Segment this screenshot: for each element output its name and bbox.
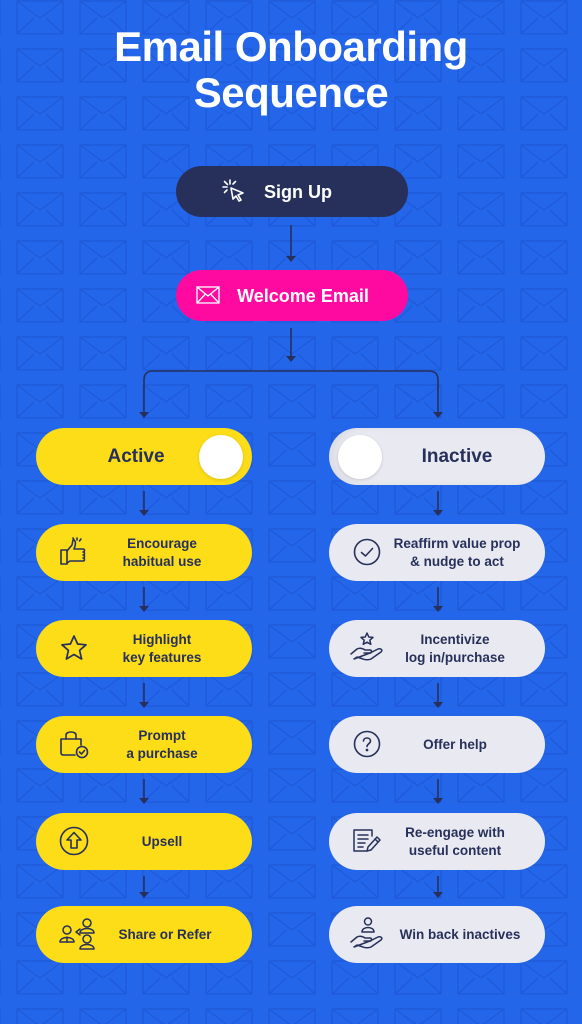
active-step-4: Upsell [36, 813, 252, 870]
inactive-step-4-label: Re-engage with useful content [389, 824, 521, 860]
active-toggle[interactable]: Active [36, 428, 252, 485]
arrow-up-circle-icon [56, 823, 92, 859]
inactive-toggle[interactable]: Inactive [329, 428, 545, 485]
label-line: Encourage [127, 535, 197, 551]
active-step-1-label: Encourage habitual use [96, 535, 228, 571]
envelope-background-pattern [0, 0, 582, 1024]
welcome-email-label: Welcome Email [237, 285, 369, 306]
active-step-1: Encourage habitual use [36, 524, 252, 581]
active-step-4-label: Upsell [141, 833, 183, 849]
label-line: key features [122, 649, 202, 665]
star-icon [56, 630, 92, 666]
active-step-2: Highlight key features [36, 620, 252, 677]
label-line: a purchase [126, 745, 198, 761]
inactive-step-2: Incentivize log in/purchase [329, 620, 545, 677]
label-line: Re-engage with [405, 824, 505, 840]
active-step-3-label: Prompt a purchase [96, 727, 228, 763]
hand-person-icon [349, 916, 385, 952]
label-line: habitual use [122, 553, 202, 569]
inactive-step-5: Win back inactives [329, 906, 545, 963]
label-line: & nudge to act [410, 553, 504, 569]
active-step-3: Prompt a purchase [36, 716, 252, 773]
page-title-line-1: Email Onboarding [114, 23, 468, 70]
inactive-step-2-label: Incentivize log in/purchase [389, 631, 521, 667]
inactive-step-4: Re-engage with useful content [329, 813, 545, 870]
thumbs-up-icon [56, 534, 92, 570]
label-line: log in/purchase [405, 649, 505, 665]
active-step-2-label: Highlight key features [96, 631, 228, 667]
inactive-step-5-label: Win back inactives [399, 926, 521, 942]
inactive-step-3-label: Offer help [423, 736, 487, 752]
label-line: Prompt [138, 727, 186, 743]
document-pencil-icon [349, 823, 385, 859]
active-step-5-label: Share or Refer [118, 926, 212, 942]
inactive-step-1-label: Reaffirm value prop & nudge to act [383, 535, 531, 571]
sign-up-label: Sign Up [264, 181, 332, 202]
question-circle-icon [349, 726, 385, 762]
label-line: Highlight [132, 631, 192, 647]
hand-star-icon [349, 630, 385, 666]
inactive-step-3: Offer help [329, 716, 545, 773]
label-line: Incentivize [420, 631, 490, 647]
label-line: Reaffirm value prop [393, 535, 521, 551]
sign-up-step: Sign Up [176, 166, 408, 217]
check-circle-icon [349, 534, 385, 570]
label-line: useful content [408, 842, 502, 858]
welcome-email-step: Welcome Email [176, 270, 408, 321]
shopping-bag-check-icon [56, 726, 92, 762]
active-step-5: Share or Refer [36, 906, 252, 963]
inactive-step-1: Reaffirm value prop & nudge to act [329, 524, 545, 581]
share-refer-people-icon [58, 916, 98, 952]
inactive-label: Inactive [421, 445, 493, 467]
page-title-line-2: Sequence [193, 69, 389, 116]
toggle-knob-on[interactable] [199, 434, 243, 479]
